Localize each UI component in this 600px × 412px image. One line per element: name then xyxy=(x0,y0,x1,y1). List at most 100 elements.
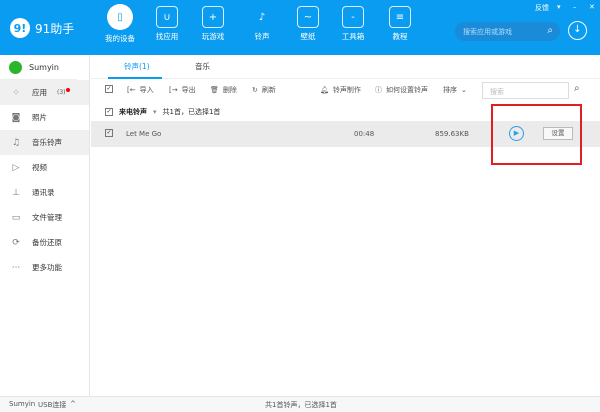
trash-icon: 🗑 xyxy=(210,86,219,94)
song-duration: 00:48 xyxy=(354,130,375,138)
contacts-icon: ⊥ xyxy=(12,187,20,198)
nav-wallpaper[interactable]: ~ 壁纸 xyxy=(286,6,330,42)
delete-button[interactable]: 🗑 删除 xyxy=(210,85,237,95)
sidebar-label: 照片 xyxy=(32,113,47,122)
ringtone-maker-button[interactable]: 🔔︎ 铃声制作 xyxy=(320,85,361,95)
device-info[interactable]: Sumyin xyxy=(0,55,77,80)
nav-label: 壁纸 xyxy=(300,32,316,41)
nav-tutorial[interactable]: ≡ 教程 xyxy=(378,6,422,42)
app-logo: 9! 91助手 xyxy=(10,18,74,38)
app-search-input[interactable]: 搜索应用或游戏 ⌕ xyxy=(455,22,560,41)
sidebar-item-photos[interactable]: ◙ 照片 xyxy=(0,105,89,130)
camera-icon: ◙ xyxy=(11,112,21,123)
tab-bar: 铃声(1) 音乐 xyxy=(91,55,600,79)
nav-my-device[interactable]: ▯ 我的设备 xyxy=(98,4,142,44)
download-icon[interactable]: ↓ xyxy=(568,21,587,40)
sort-label: 排序 xyxy=(443,86,457,94)
device-name: Sumyin xyxy=(29,62,59,72)
export-button[interactable]: [→ 导出 xyxy=(169,85,196,95)
delete-label: 删除 xyxy=(222,86,237,94)
song-size: 859.63KB xyxy=(435,130,469,138)
import-button[interactable]: [← 导入 xyxy=(127,85,154,95)
refresh-button[interactable]: ↻ 刷新 xyxy=(252,85,276,95)
top-bar: 9! 91助手 ▯ 我的设备 ∪ 找应用 + 玩游戏 ♪ 铃声 ~ 壁纸 - 工具箱 ≡ 教程 … xyxy=(0,0,600,55)
active-tab-indicator xyxy=(108,77,162,79)
nav-label: 铃声 xyxy=(254,32,270,41)
select-all-checkbox[interactable]: ✓ xyxy=(105,85,113,93)
nav-ringtones[interactable]: ♪ 铃声 xyxy=(240,6,284,42)
tab-ringtones[interactable]: 铃声(1) xyxy=(124,61,150,72)
group-dropdown-icon[interactable]: ▾ xyxy=(153,108,157,116)
sidebar-item-contacts[interactable]: ⊥ 通讯录 xyxy=(0,180,89,205)
status-summary: 共1首铃声，已选择1首 xyxy=(265,401,337,409)
close-button[interactable]: ✕ xyxy=(589,3,595,11)
sync-icon: ⟳ xyxy=(12,237,20,248)
row-checkbox[interactable]: ✓ xyxy=(105,129,113,137)
nav-label: 找应用 xyxy=(155,32,179,41)
sort-dropdown[interactable]: 排序 ⌄ xyxy=(443,85,467,95)
nav-games[interactable]: + 玩游戏 xyxy=(191,6,235,42)
highlight-box xyxy=(491,104,582,165)
music-icon: ♪ xyxy=(258,11,266,23)
minimize-button[interactable]: – xyxy=(573,3,577,11)
tab-music[interactable]: 音乐 xyxy=(195,61,210,72)
howto-label: 如何设置铃声 xyxy=(386,86,428,94)
nav-toolbox[interactable]: - 工具箱 xyxy=(331,6,375,42)
export-label: 导出 xyxy=(181,86,196,94)
nav-find-apps[interactable]: ∪ 找应用 xyxy=(145,6,189,42)
sidebar-item-apps[interactable]: ⁘ 应用 (3) xyxy=(0,80,89,105)
export-icon: [→ xyxy=(169,86,178,94)
nav-label: 教程 xyxy=(392,32,408,41)
refresh-icon: ↻ xyxy=(252,86,258,94)
search-placeholder: 搜索应用或游戏 xyxy=(463,28,512,36)
make-label: 铃声制作 xyxy=(332,86,361,94)
sidebar-label: 音乐铃声 xyxy=(32,138,62,147)
sidebar-label: 视频 xyxy=(32,163,47,172)
sidebar-label: 备份还原 xyxy=(32,238,62,247)
image-icon: ~ xyxy=(297,6,319,28)
sidebar-label: 文件管理 xyxy=(32,213,62,222)
more-icon: ··· xyxy=(11,262,21,273)
sidebar-item-files[interactable]: ▭ 文件管理 xyxy=(0,205,89,230)
chevron-down-icon: ⌄ xyxy=(461,86,467,94)
apps-badge: (3) xyxy=(57,88,69,96)
sidebar-label: 更多功能 xyxy=(32,263,62,272)
help-icon: ⓘ xyxy=(375,86,382,94)
app-name: 91助手 xyxy=(35,21,75,36)
import-label: 导入 xyxy=(139,86,154,94)
search-icon[interactable]: ⌕ xyxy=(547,25,553,36)
group-name: 来电铃声 xyxy=(119,108,147,116)
group-checkbox[interactable]: ✓ xyxy=(105,108,113,116)
sidebar-item-backup[interactable]: ⟳ 备份还原 xyxy=(0,230,89,255)
sidebar-item-more[interactable]: ··· 更多功能 xyxy=(0,255,89,280)
chevron-up-icon[interactable]: ^ xyxy=(70,400,76,408)
toolbar: ✓ [← 导入 [→ 导出 🗑 删除 ↻ 刷新 🔔︎ 铃声制作 ⓘ 如何设置铃声 排序 ⌄ 搜… xyxy=(91,82,600,102)
status-bar: Sumyin USB连接 ^ 共1首铃声，已选择1首 xyxy=(0,396,600,412)
group-header: ✓ 来电铃声 ▾ 共1首，已选择1首 xyxy=(105,107,220,117)
bell-icon: 🔔︎ xyxy=(320,86,329,94)
feedback-link[interactable]: 反馈 xyxy=(535,3,549,13)
apple-icon xyxy=(9,60,22,74)
search-placeholder: 搜索 xyxy=(490,88,504,96)
search-icon[interactable]: ⌕ xyxy=(574,83,580,94)
clipboard-icon: ≡ xyxy=(389,6,411,28)
bag-icon: ∪ xyxy=(156,6,178,28)
sidebar: Sumyin ⁘ 应用 (3) ◙ 照片 ♫ 音乐铃声 ▷ 视频 ⊥ 通讯录 ▭ 文件管理 ⟳… xyxy=(0,55,90,396)
menu-icon[interactable]: ▾ xyxy=(557,3,561,11)
nav-label: 玩游戏 xyxy=(201,32,225,41)
folder-icon: ▭ xyxy=(11,212,21,223)
refresh-label: 刷新 xyxy=(261,86,276,94)
sidebar-item-music[interactable]: ♫ 音乐铃声 xyxy=(0,130,89,155)
toolbox-icon: - xyxy=(342,6,364,28)
music-icon: ♫ xyxy=(11,137,21,148)
video-icon: ▷ xyxy=(12,162,20,173)
import-icon: [← xyxy=(127,86,136,94)
status-connection[interactable]: USB连接 xyxy=(38,400,66,410)
howto-button[interactable]: ⓘ 如何设置铃声 xyxy=(375,85,428,95)
sidebar-label: 通讯录 xyxy=(32,188,55,197)
sidebar-label: 应用 xyxy=(32,88,47,97)
ringtone-search-input[interactable]: 搜索 xyxy=(482,82,569,99)
status-device: Sumyin xyxy=(9,400,36,408)
sidebar-item-video[interactable]: ▷ 视频 xyxy=(0,155,89,180)
phone-icon: ▯ xyxy=(107,4,133,30)
